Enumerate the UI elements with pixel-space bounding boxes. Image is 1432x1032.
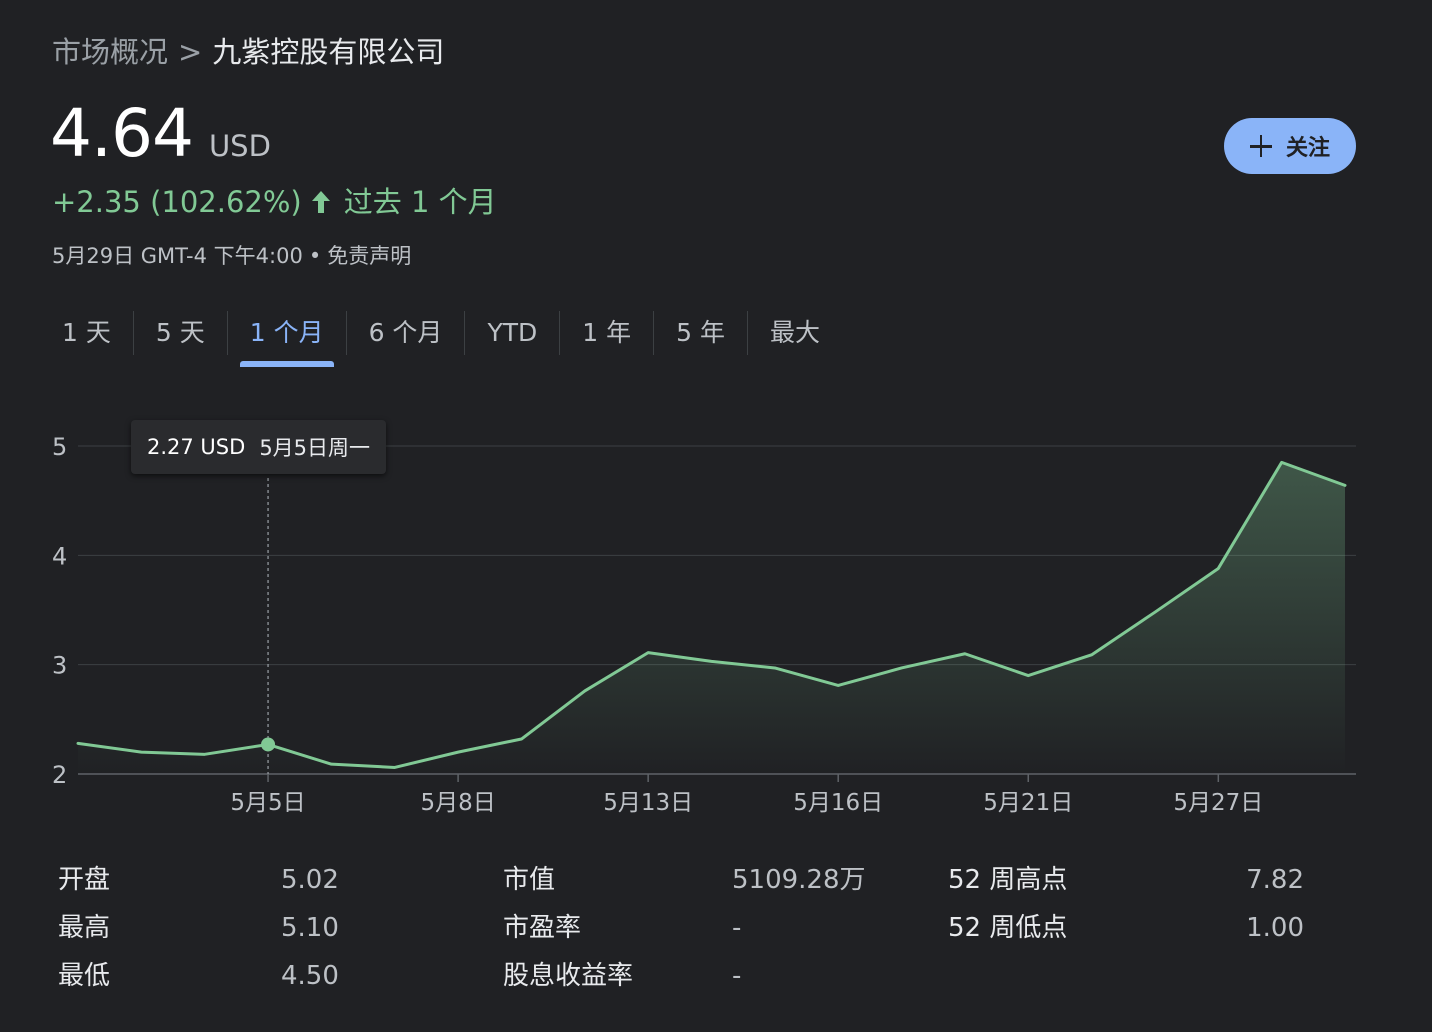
tab-max[interactable]: 最大 (748, 306, 842, 360)
stat-label-low: 最低 (58, 961, 111, 991)
currency-label: USD (208, 129, 271, 163)
stat-value-market-cap: 5109.28万 (732, 865, 866, 895)
data-point (138, 749, 144, 755)
stat-label-52wk-high: 52 周高点 (948, 865, 1068, 895)
data-point (1279, 459, 1285, 465)
price-change: +2.35 (102.62%) (52, 185, 302, 219)
stat-value-pe-ratio: - (732, 913, 742, 943)
data-point (962, 651, 968, 657)
data-point (1089, 652, 1095, 658)
follow-button-label: 关注 (1285, 136, 1330, 161)
stat-value-low: 4.50 (281, 961, 339, 991)
y-tick-label: 2 (52, 761, 67, 789)
data-point (1152, 609, 1158, 615)
data-point (392, 764, 398, 770)
stat-label-dividend-yield: 股息收益率 (503, 961, 634, 991)
key-stats: 开盘 5.02 最高 5.10 最低 4.50 市值 5109.28万 市盈率 … (0, 856, 1432, 1006)
data-point (1025, 673, 1031, 679)
data-point (772, 665, 778, 671)
follow-button[interactable]: 关注 (1224, 118, 1356, 174)
data-point (582, 688, 588, 694)
price-row: 4.64 USD (50, 92, 271, 176)
data-point (202, 751, 208, 757)
current-price: 4.64 (50, 95, 194, 172)
tooltip-price: 2.27 USD (147, 435, 246, 459)
tab-1-year[interactable]: 1 年 (560, 306, 653, 360)
breadcrumb-separator: > (178, 35, 203, 69)
data-point (1342, 482, 1348, 488)
data-point (75, 740, 81, 746)
data-point (835, 682, 841, 688)
data-point (1215, 565, 1221, 571)
quote-timestamp: 5月29日 GMT-4 下午4:00 (52, 244, 303, 268)
x-tick-label: 5月13日 (603, 790, 693, 816)
highlighted-data-point (261, 737, 276, 752)
data-point (645, 650, 651, 656)
stat-label-open: 开盘 (58, 865, 111, 895)
tooltip-date: 5月5日周一 (259, 436, 371, 460)
price-change-row: +2.35 (102.62%) 过去 1 个月 (52, 182, 497, 222)
tab-ytd[interactable]: YTD (465, 306, 559, 360)
plus-icon (1249, 135, 1272, 157)
tab-5-day[interactable]: 5 天 (134, 306, 227, 360)
meta-bullet: • (308, 244, 322, 268)
stat-label-pe-ratio: 市盈率 (503, 913, 582, 943)
stat-label-high: 最高 (58, 913, 111, 943)
stat-value-high: 5.10 (281, 913, 339, 943)
chart-tooltip: 2.27 USD 5月5日周一 (131, 420, 387, 474)
change-period: 过去 1 个月 (343, 185, 497, 219)
y-tick-label: 5 (52, 433, 67, 461)
breadcrumb: 市场概况 > 九紫控股有限公司 (52, 30, 444, 74)
y-tick-label: 3 (52, 652, 67, 680)
stat-value-open: 5.02 (281, 865, 339, 895)
stat-value-52wk-low: 1.00 (1246, 913, 1304, 943)
data-point (328, 761, 334, 767)
stat-value-dividend-yield: - (732, 961, 742, 991)
tab-1-month[interactable]: 1 个月 (228, 306, 346, 367)
disclaimer-link[interactable]: 免责声明 (327, 244, 411, 268)
x-tick-label: 5月8日 (420, 790, 495, 816)
stat-value-52wk-high: 7.82 (1246, 865, 1304, 895)
x-tick-label: 5月27日 (1173, 790, 1263, 816)
breadcrumb-company-name: 九紫控股有限公司 (212, 35, 445, 69)
range-tabs: 1 天 5 天 1 个月 6 个月 YTD 1 年 5 年 最大 (40, 306, 842, 367)
data-point (709, 658, 715, 664)
stat-label-market-cap: 市值 (503, 865, 556, 895)
breadcrumb-market-overview[interactable]: 市场概况 (52, 35, 168, 69)
tab-5-year[interactable]: 5 年 (654, 306, 747, 360)
data-point (455, 749, 461, 755)
data-point (899, 665, 905, 671)
x-tick-label: 5月16日 (793, 790, 883, 816)
y-tick-label: 4 (52, 542, 67, 570)
arrow-up-icon (311, 191, 330, 213)
data-point (518, 736, 524, 742)
stock-quote-page: 市场概况 > 九紫控股有限公司 4.64 USD 关注 +2.35 (102.62%)… (0, 0, 1432, 1032)
tab-6-month[interactable]: 6 个月 (347, 306, 465, 360)
stat-label-52wk-low: 52 周低点 (948, 913, 1068, 943)
quote-meta: 5月29日 GMT-4 下午4:00 • 免责声明 (52, 240, 411, 272)
x-tick-label: 5月5日 (230, 790, 305, 816)
x-tick-label: 5月21日 (983, 790, 1073, 816)
tab-1-day[interactable]: 1 天 (40, 306, 133, 360)
